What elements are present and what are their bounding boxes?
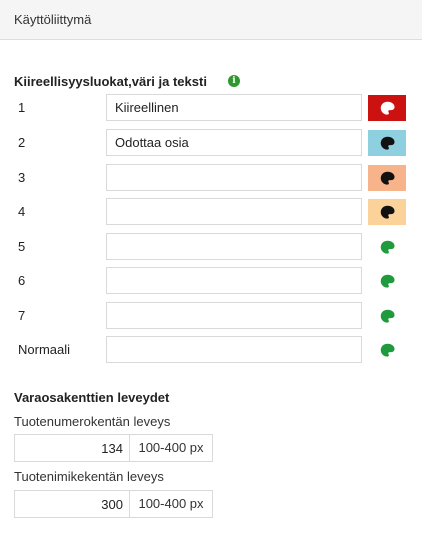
panel-header: Käyttöliittymä: [0, 0, 422, 40]
priority-row: 1: [0, 94, 422, 122]
priority-row-label: 6: [18, 273, 26, 288]
priority-row-label: Normaali: [18, 342, 71, 357]
color-picker-button[interactable]: [368, 165, 406, 191]
color-picker-button[interactable]: [368, 130, 406, 156]
priority-text-input[interactable]: [106, 267, 362, 294]
color-picker-button[interactable]: [368, 95, 406, 121]
color-picker-button[interactable]: [368, 234, 406, 260]
priority-row-label: 3: [18, 170, 26, 185]
palette-icon: [380, 171, 395, 185]
priority-row: 2: [0, 129, 422, 157]
priority-row-label: 7: [18, 308, 26, 323]
priority-row-label: 5: [18, 239, 26, 254]
priority-row: Normaali: [0, 336, 422, 364]
palette-icon: [380, 101, 395, 115]
priority-text-input[interactable]: [106, 164, 362, 191]
product-number-width-label: Tuotenumerokentän leveys: [14, 414, 171, 429]
priority-row: 5: [0, 233, 422, 261]
priority-row: 7: [0, 302, 422, 330]
palette-icon: [380, 274, 395, 288]
color-picker-button[interactable]: [368, 268, 406, 294]
widths-section-title: Varaosakenttien leveydet: [14, 390, 170, 405]
priority-text-input[interactable]: [106, 94, 362, 121]
palette-icon: [380, 205, 395, 219]
priority-row: 6: [0, 267, 422, 295]
palette-icon: [380, 136, 395, 150]
palette-icon: [380, 309, 395, 323]
priority-row-label: 2: [18, 135, 26, 150]
palette-icon: [380, 240, 395, 254]
priority-text-input[interactable]: [106, 129, 362, 156]
priority-text-input[interactable]: [106, 233, 362, 260]
info-circle-icon[interactable]: i: [228, 75, 240, 87]
product-name-width-input[interactable]: [14, 490, 130, 518]
priority-section-title: Kiireellisyysluokat,väri ja teksti: [14, 74, 207, 89]
priority-row: 3: [0, 164, 422, 192]
product-number-width-input[interactable]: [14, 434, 130, 462]
priority-text-input[interactable]: [106, 336, 362, 363]
palette-icon: [380, 343, 395, 357]
panel-title: Käyttöliittymä: [14, 12, 92, 27]
product-name-width-unit: 100-400 px: [130, 490, 213, 518]
priority-text-input[interactable]: [106, 198, 362, 225]
product-name-width-label: Tuotenimikekentän leveys: [14, 469, 164, 484]
priority-row-label: 4: [18, 204, 26, 219]
color-picker-button[interactable]: [368, 303, 406, 329]
color-picker-button[interactable]: [368, 199, 406, 225]
priority-text-input[interactable]: [106, 302, 362, 329]
priority-row-label: 1: [18, 100, 26, 115]
product-number-width-unit: 100-400 px: [130, 434, 213, 462]
color-picker-button[interactable]: [368, 337, 406, 363]
priority-row: 4: [0, 198, 422, 226]
